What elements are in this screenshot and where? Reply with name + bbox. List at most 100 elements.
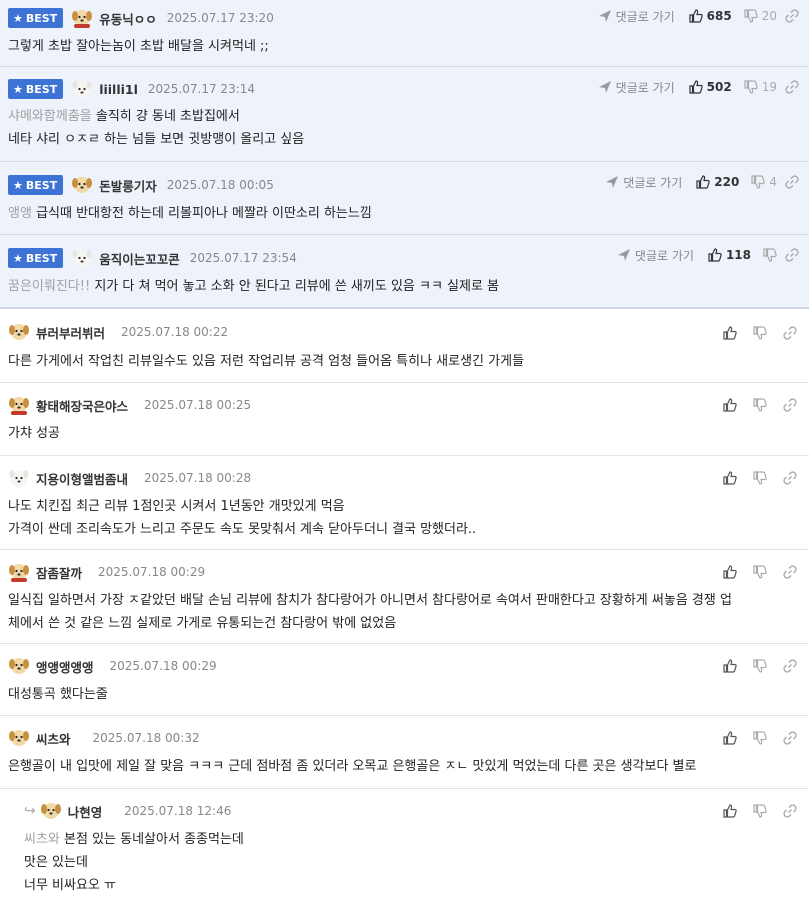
star-icon: ★ <box>13 82 23 96</box>
link-icon[interactable] <box>785 80 799 94</box>
link-icon[interactable] <box>783 804 797 818</box>
thumbs-up-icon[interactable] <box>723 326 737 340</box>
timestamp: 2025.07.18 00:25 <box>144 398 252 412</box>
best-comment: ★ BEST 움직이는꼬꼬콘 2025.07.17 23:54 댓글로 가기 11… <box>0 235 809 308</box>
link-icon[interactable] <box>783 471 797 485</box>
best-comment: ★ BEST 유동닉ㅇㅇ 2025.07.17 23:20 댓글로 가기 685 … <box>0 0 809 67</box>
reply-arrow-icon: ↪ <box>24 803 36 819</box>
thumbs-down-icon[interactable] <box>753 731 767 745</box>
thumbs-up-icon <box>708 248 722 262</box>
downvote-button[interactable]: 4 <box>751 175 777 189</box>
timestamp: 2025.07.17 23:54 <box>189 251 297 265</box>
upvote-button[interactable]: 118 <box>708 248 751 262</box>
comment: 지용이형앨범좀내 2025.07.18 00:28 나도 치킨집 최근 리뷰 1… <box>0 456 809 550</box>
link-icon[interactable] <box>783 565 797 579</box>
dog-avatar-icon <box>9 730 29 746</box>
star-icon: ★ <box>13 251 23 265</box>
thumbs-down-icon[interactable] <box>753 398 767 412</box>
star-icon: ★ <box>13 11 23 25</box>
comment-body: 그렇게 초밥 잘아는놈이 초밥 배달을 시켜먹네 ;; <box>8 39 269 54</box>
nickname[interactable]: 돈발롱기자 <box>99 176 157 195</box>
comments-section: 뷰러부러뷔러 2025.07.18 00:22 다른 가게에서 작업친 리뷰일수… <box>0 311 809 902</box>
link-icon[interactable] <box>785 175 799 189</box>
timestamp: 2025.07.18 00:29 <box>98 565 206 579</box>
nickname[interactable]: liilli1l <box>99 82 138 97</box>
best-badge: ★ BEST <box>8 8 64 28</box>
best-badge: ★ BEST <box>8 79 64 99</box>
comment: 씨츠와 2025.07.18 00:32 은행골이 내 입맛에 제일 잘 맞음 … <box>0 716 809 789</box>
timestamp: 2025.07.18 00:22 <box>121 325 229 339</box>
mention-nickname[interactable]: 샤메와함께춤을 <box>8 109 92 124</box>
send-arrow-icon <box>598 80 612 94</box>
comment: 잠좀잘까 2025.07.18 00:29 일식집 일하면서 가장 ㅈ같았던 배… <box>0 550 809 644</box>
best-comments-section: ★ BEST 유동닉ㅇㅇ 2025.07.17 23:20 댓글로 가기 685 … <box>0 0 809 308</box>
comment-body: 앵앵 급식때 반대항전 하는데 리볼피아나 메짤라 이딴소리 하는느낌 <box>8 206 372 221</box>
best-badge: ★ BEST <box>8 175 64 195</box>
comment-body: 꿈은이뤄진다!! 지가 다 쳐 먹어 놓고 소화 안 된다고 리뷰에 쓴 새끼도… <box>8 279 500 294</box>
nickname[interactable]: 나현영 <box>68 802 103 821</box>
go-to-reply-link[interactable]: 댓글로 가기 <box>617 247 694 264</box>
thumbs-up-icon[interactable] <box>723 565 737 579</box>
white-dog-avatar-icon <box>72 81 92 99</box>
thumbs-up-icon[interactable] <box>723 804 737 818</box>
thumbs-down-icon[interactable] <box>753 326 767 340</box>
thumbs-up-icon <box>689 80 703 94</box>
link-icon[interactable] <box>783 398 797 412</box>
nickname[interactable]: 지용이형앨범좀내 <box>36 469 128 488</box>
link-icon[interactable] <box>783 731 797 745</box>
nickname[interactable]: 앵앵앵앵앵 <box>36 657 94 676</box>
downvote-button[interactable]: 19 <box>744 80 777 94</box>
nickname[interactable]: 뷰러부러뷔러 <box>36 323 105 342</box>
reply-comment: ↪ 나현영 2025.07.18 12:46 씨츠와 본점 있는 동네살아서 종… <box>0 789 809 902</box>
upvote-count: 685 <box>706 9 732 23</box>
downvote-count: 4 <box>769 175 777 189</box>
thumbs-up-icon[interactable] <box>723 471 737 485</box>
send-arrow-icon <box>598 9 612 23</box>
go-to-reply-link[interactable]: 댓글로 가기 <box>598 79 675 96</box>
comment-body: 일식집 일하면서 가장 ㅈ같았던 배달 손님 리뷰에 참치가 참다랑어가 아니면… <box>8 593 732 631</box>
downvote-button[interactable] <box>763 248 777 262</box>
star-icon: ★ <box>13 178 23 192</box>
upvote-count: 502 <box>706 80 732 94</box>
thumbs-down-icon <box>744 9 758 23</box>
thumbs-up-icon[interactable] <box>723 398 737 412</box>
go-to-reply-link[interactable]: 댓글로 가기 <box>598 8 675 25</box>
comment-body: 샤메와함께춤을 솔직히 걍 동네 초밥집에서 네타 샤리 ㅇㅈㄹ 하는 넘들 보… <box>8 109 305 147</box>
go-to-reply-link[interactable]: 댓글로 가기 <box>605 174 682 191</box>
mention-nickname[interactable]: 씨츠와 <box>24 832 60 847</box>
thumbs-down-icon[interactable] <box>753 804 767 818</box>
thumbs-up-icon[interactable] <box>723 659 737 673</box>
thumbs-down-icon[interactable] <box>753 659 767 673</box>
white-dog-avatar-icon <box>9 470 29 488</box>
nickname[interactable]: 씨츠와 <box>36 729 71 748</box>
thumbs-down-icon <box>763 248 777 262</box>
dog-avatar-icon <box>72 177 93 193</box>
nickname[interactable]: 유동닉ㅇㅇ <box>99 9 157 28</box>
mention-nickname[interactable]: 앵앵 <box>8 206 32 221</box>
comment: 황태해장국은야스 2025.07.18 00:25 가챠 성공 <box>0 383 809 456</box>
link-icon[interactable] <box>783 326 797 340</box>
thumbs-up-icon[interactable] <box>723 731 737 745</box>
nickname[interactable]: 황태해장국은야스 <box>36 396 128 415</box>
timestamp: 2025.07.18 00:32 <box>92 731 200 745</box>
thumbs-down-icon[interactable] <box>753 565 767 579</box>
nickname[interactable]: 움직이는꼬꼬콘 <box>99 249 180 268</box>
link-icon[interactable] <box>785 9 799 23</box>
white-dog-avatar-icon <box>72 250 92 268</box>
best-comment: ★ BEST 돈발롱기자 2025.07.18 00:05 댓글로 가기 220 … <box>0 162 809 235</box>
upvote-count: 220 <box>714 175 740 189</box>
dog-avatar-icon <box>40 803 61 819</box>
upvote-button[interactable]: 220 <box>696 175 739 189</box>
nickname[interactable]: 잠좀잘까 <box>36 563 82 582</box>
dog-avatar-icon <box>9 324 29 340</box>
mention-nickname[interactable]: 꿈은이뤄진다!! <box>8 279 90 294</box>
upvote-button[interactable]: 685 <box>689 9 732 23</box>
link-icon[interactable] <box>785 248 799 262</box>
upvote-button[interactable]: 502 <box>689 80 732 94</box>
downvote-button[interactable]: 20 <box>744 9 777 23</box>
send-arrow-icon <box>605 175 619 189</box>
timestamp: 2025.07.18 00:29 <box>109 659 217 673</box>
link-icon[interactable] <box>783 659 797 673</box>
comment-body: 대성통곡 했다는줄 <box>8 687 108 702</box>
thumbs-down-icon[interactable] <box>753 471 767 485</box>
